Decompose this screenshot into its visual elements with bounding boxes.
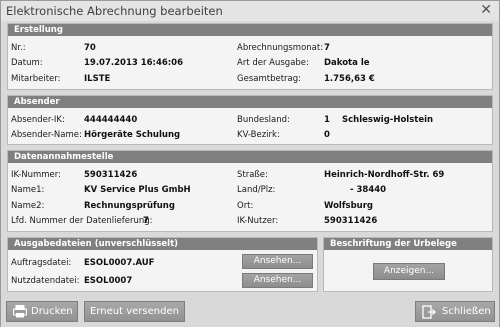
mitarbeiter-value: ILSTE	[84, 74, 111, 84]
section-datenannahmestelle: Datenannahmestelle IK-Nummer: 590311426 …	[7, 150, 493, 232]
strasse-value: Heinrich-Nordhoff-Str. 69	[324, 170, 445, 180]
ik-nutzer-value: 590311426	[324, 216, 378, 226]
art-label: Art der Ausgabe:	[237, 58, 309, 68]
datum-value: 19.07.2013 16:46:06	[84, 58, 184, 68]
strasse-label: Straße:	[237, 170, 268, 180]
absender-ik-label: Absender-IK:	[11, 115, 65, 125]
section-erstellung: Erstellung Nr.: 70 Datum: 19.07.2013 16:…	[7, 23, 493, 90]
art-value: Dakota le	[324, 58, 370, 68]
absender-name-value: Hörgeräte Schulung	[84, 130, 181, 140]
section-header-erstellung: Erstellung	[8, 24, 492, 36]
ort-label: Ort:	[237, 201, 254, 211]
bundesland-number: 1	[324, 115, 330, 125]
exit-icon	[422, 305, 436, 319]
schliessen-label: Schließen	[442, 306, 491, 317]
bundesland-label: Bundesland:	[237, 115, 290, 125]
datum-label: Datum:	[11, 58, 43, 68]
gesamtbetrag-value: 1.756,63 €	[324, 74, 375, 84]
title-bar: Elektronische Abrechnung bearbeiten ✕	[1, 1, 499, 21]
nr-label: Nr.:	[11, 43, 26, 53]
name1-label: Name1:	[11, 185, 45, 195]
nutzdatendatei-label: Nutzdatendatei:	[11, 276, 80, 286]
dialog-window: Elektronische Abrechnung bearbeiten ✕ Er…	[0, 0, 500, 327]
section-urbelege: Beschriftung der Urbelege Anzeigen...	[323, 237, 493, 292]
ansehen-nutzdaten-button[interactable]: Ansehen...	[242, 273, 313, 288]
drucken-button[interactable]: Drucken	[6, 301, 78, 322]
schliessen-button[interactable]: Schließen	[415, 301, 495, 322]
nutzdatendatei-value: ESOL0007	[84, 276, 133, 286]
land-plz-label: Land/Plz:	[237, 185, 276, 195]
ort-value: Wolfsburg	[324, 201, 373, 211]
drucken-label: Drucken	[31, 306, 73, 317]
name1-value: KV Service Plus GmbH	[84, 185, 191, 195]
mitarbeiter-label: Mitarbeiter:	[11, 74, 61, 84]
lfd-nummer-value: 7	[143, 216, 149, 226]
ik-nummer-label: IK-Nummer:	[11, 170, 61, 180]
bottom-bar: Drucken Erneut versenden Schließen	[1, 297, 499, 327]
absender-ik-value: 444444440	[84, 115, 138, 125]
erneut-versenden-button[interactable]: Erneut versenden	[84, 301, 185, 322]
ik-nummer-value: 590311426	[84, 170, 138, 180]
ik-nutzer-label: IK-Nutzer:	[237, 216, 279, 226]
bundesland-value: Schleswig-Holstein	[342, 115, 434, 125]
anzeigen-button[interactable]: Anzeigen...	[373, 263, 445, 280]
close-icon[interactable]: ✕	[480, 2, 492, 18]
abrechnungsmonat-label: Abrechnungsmonat:	[237, 43, 324, 53]
section-header-absender: Absender	[8, 96, 492, 108]
name2-label: Name2:	[11, 201, 45, 211]
kv-bezirk-label: KV-Bezirk:	[237, 130, 280, 140]
land-plz-value: - 38440	[350, 185, 387, 195]
printer-icon	[12, 305, 28, 318]
section-header-ausgabe: Ausgabedateien (unverschlüsselt)	[8, 238, 317, 250]
gesamtbetrag-label: Gesamtbetrag:	[237, 74, 301, 84]
ansehen-auftrag-button[interactable]: Ansehen...	[242, 254, 313, 269]
nr-value: 70	[84, 43, 96, 53]
abrechnungsmonat-value: 7	[324, 43, 330, 53]
window-title: Elektronische Abrechnung bearbeiten	[6, 4, 223, 18]
name2-value: Rechnungsprüfung	[84, 201, 175, 211]
absender-name-label: Absender-Name:	[11, 130, 82, 140]
section-header-urbelege: Beschriftung der Urbelege	[324, 238, 492, 250]
section-absender: Absender Absender-IK: 444444440 Absender…	[7, 95, 493, 145]
lfd-nummer-label: Lfd. Nummer der Datenlieferung:	[11, 216, 153, 226]
kv-bezirk-value: 0	[324, 130, 330, 140]
section-header-datenannahme: Datenannahmestelle	[8, 151, 492, 163]
auftragsdatei-value: ESOL0007.AUF	[84, 258, 155, 268]
section-ausgabedateien: Ausgabedateien (unverschlüsselt) Auftrag…	[7, 237, 318, 292]
auftragsdatei-label: Auftragsdatei:	[11, 258, 72, 268]
